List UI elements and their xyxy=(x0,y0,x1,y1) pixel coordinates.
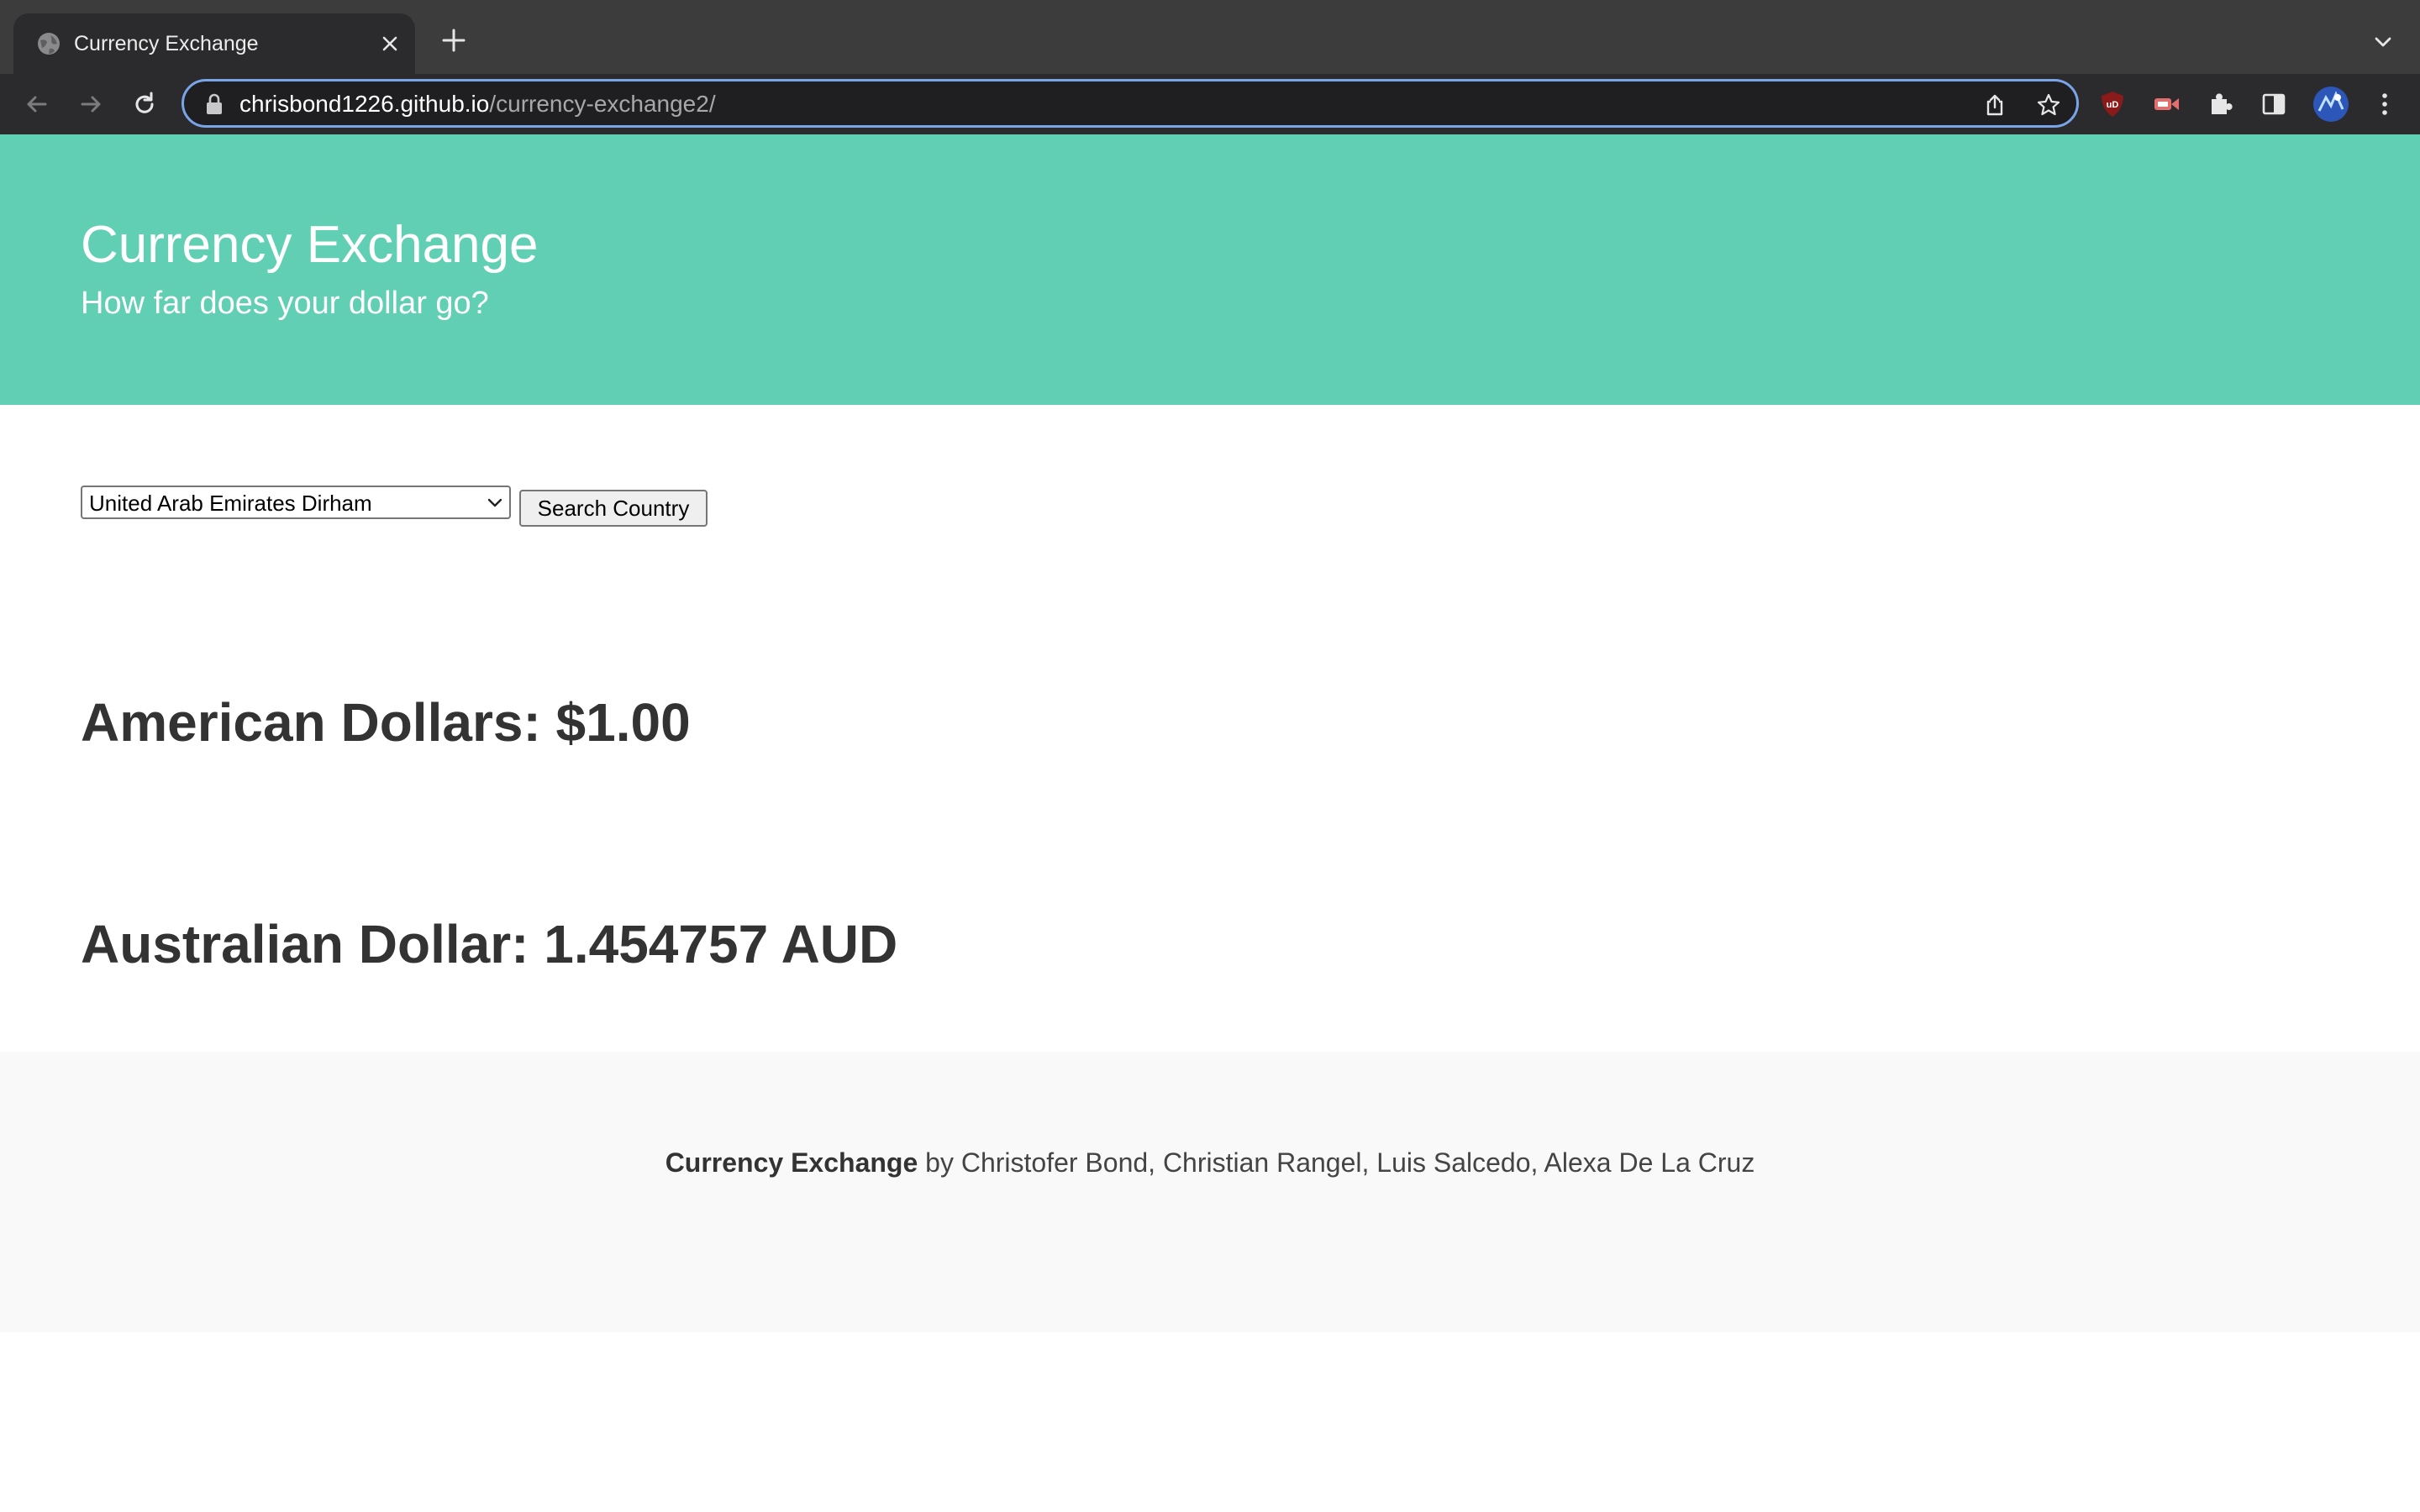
arrow-right-icon[interactable] xyxy=(76,89,106,119)
puzzle-icon[interactable] xyxy=(2205,89,2235,119)
hero-banner: Currency Exchange How far does your doll… xyxy=(0,134,2420,405)
reload-icon[interactable] xyxy=(129,89,160,119)
lock-icon[interactable] xyxy=(204,93,224,115)
currency-select-value: United Arab Emirates Dirham xyxy=(89,491,372,516)
browser-tab[interactable]: Currency Exchange xyxy=(13,13,415,74)
chevron-down-icon xyxy=(487,498,502,507)
arrow-left-icon[interactable] xyxy=(22,89,52,119)
usd-amount: American Dollars: $1.00 xyxy=(81,692,691,753)
address-bar[interactable]: chrisbond1226.github.io/currency-exchang… xyxy=(182,79,2079,128)
web-page: Currency Exchange How far does your doll… xyxy=(0,134,2420,1512)
converted-amount: Australian Dollar: 1.454757 AUD xyxy=(81,914,898,974)
footer-brand: Currency Exchange xyxy=(665,1147,918,1178)
plus-icon[interactable] xyxy=(439,25,469,55)
globe-icon xyxy=(38,33,60,55)
footer-authors: by Christofer Bond, Christian Rangel, Lu… xyxy=(918,1147,1755,1178)
chevron-down-icon[interactable] xyxy=(2371,30,2395,54)
url-text[interactable]: chrisbond1226.github.io/currency-exchang… xyxy=(239,91,716,118)
page-title: Currency Exchange xyxy=(81,216,539,274)
search-country-button[interactable]: Search Country xyxy=(519,490,708,527)
share-icon[interactable] xyxy=(1982,92,2007,118)
tab-title: Currency Exchange xyxy=(74,32,259,55)
footer-credits: Currency Exchange by Christofer Bond, Ch… xyxy=(0,1146,2420,1179)
profile-avatar[interactable] xyxy=(2312,86,2349,123)
video-extension-icon[interactable] xyxy=(2151,89,2181,119)
kebab-menu-icon[interactable] xyxy=(2370,89,2400,119)
close-icon[interactable] xyxy=(378,32,402,55)
url-path: /currency-exchange2/ xyxy=(489,91,716,117)
browser-tabstrip: Currency Exchange xyxy=(0,0,2420,74)
page-subtitle: How far does your dollar go? xyxy=(81,286,489,321)
url-host: chrisbond1226.github.io xyxy=(239,91,490,117)
svg-text:uD: uD xyxy=(2107,100,2119,110)
star-icon[interactable] xyxy=(2036,92,2061,118)
side-panel-icon[interactable] xyxy=(2259,89,2289,119)
page-footer: Currency Exchange by Christofer Bond, Ch… xyxy=(0,1052,2420,1332)
ublock-icon[interactable]: uD xyxy=(2097,89,2128,119)
browser-toolbar: chrisbond1226.github.io/currency-exchang… xyxy=(0,74,2420,134)
currency-select[interactable]: United Arab Emirates Dirham xyxy=(81,486,511,519)
